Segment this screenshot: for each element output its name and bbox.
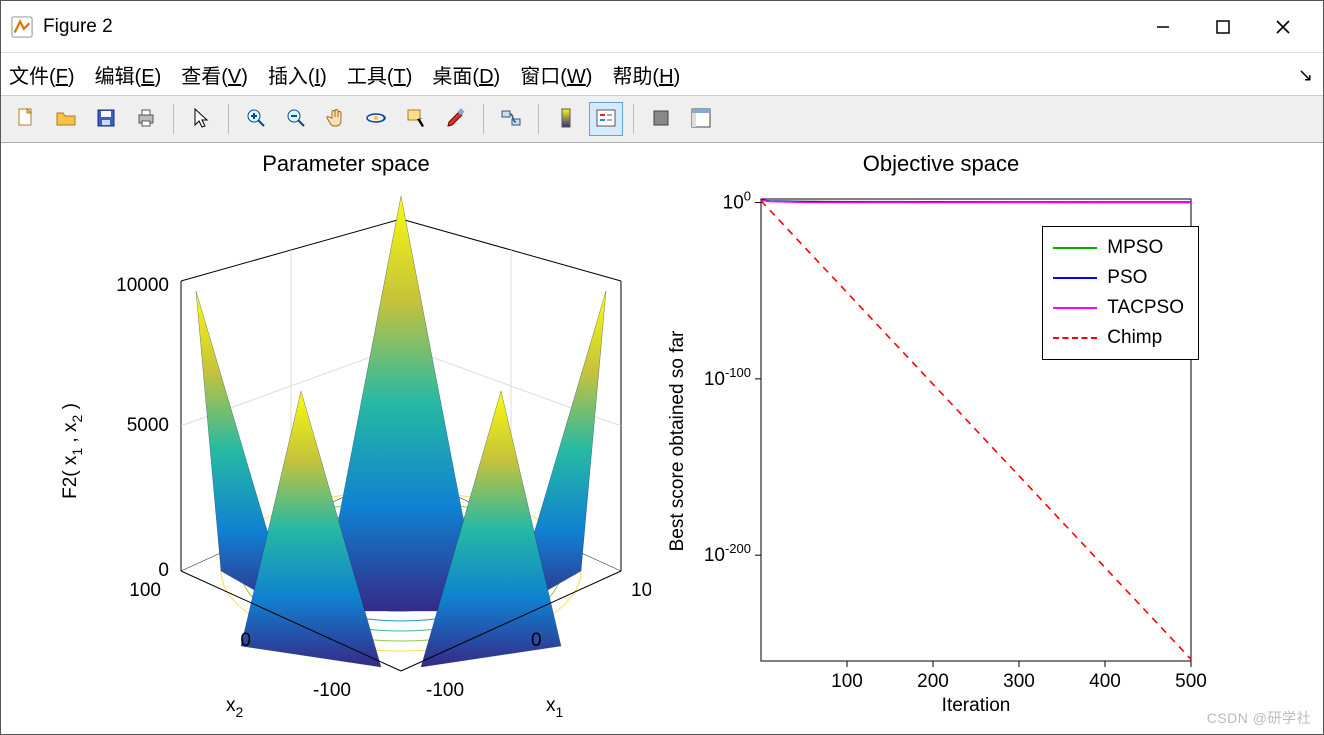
svg-text:Best score obtained so far: Best score obtained so far — [667, 330, 688, 551]
hand-pan-icon — [324, 106, 348, 133]
print-button[interactable] — [129, 102, 163, 136]
pointer-button[interactable] — [184, 102, 218, 136]
menu-e[interactable]: 编辑(E) — [95, 60, 162, 89]
svg-text:10000: 10000 — [116, 275, 169, 296]
rotate3d-button[interactable] — [359, 102, 393, 136]
legend-line-sample — [1053, 337, 1097, 339]
toolbar-separator — [173, 104, 174, 134]
figure-window: Figure 2 文件(F) 编辑(E) 查看(V) 插入(I) 工具(T) 桌面(D) 窗… — [0, 0, 1324, 735]
open-button[interactable] — [49, 102, 83, 136]
legend-entry[interactable]: TACPSO — [1053, 293, 1184, 323]
svg-text:5000: 5000 — [127, 415, 169, 436]
menu-f[interactable]: 文件(F) — [9, 60, 75, 89]
svg-text:100: 100 — [631, 580, 651, 601]
svg-text:100: 100 — [831, 671, 863, 692]
new-figure-icon — [14, 106, 38, 133]
toolbar-separator — [538, 104, 539, 134]
legend-label: Chimp — [1107, 327, 1162, 349]
colorbar-button[interactable] — [549, 102, 583, 136]
zoom-in-icon — [244, 106, 268, 133]
svg-text:x2: x2 — [226, 695, 244, 720]
svg-text:300: 300 — [1003, 671, 1035, 692]
brush-button[interactable] — [439, 102, 473, 136]
pan-button[interactable] — [319, 102, 353, 136]
svg-text:0: 0 — [240, 630, 251, 651]
data-cursor-button[interactable] — [399, 102, 433, 136]
hide-plot-tools-icon — [649, 106, 673, 133]
svg-text:Iteration: Iteration — [942, 695, 1011, 716]
svg-text:x1: x1 — [546, 695, 564, 720]
toolbar — [1, 95, 1323, 143]
toolbar-separator — [633, 104, 634, 134]
legend-label: MPSO — [1107, 237, 1163, 259]
zoom-in-button[interactable] — [239, 102, 273, 136]
data-cursor-icon — [404, 106, 428, 133]
svg-text:-100: -100 — [426, 680, 464, 701]
axes-objective-space[interactable]: Objective space 100 200 300 400 500 100 10-10… — [661, 151, 1221, 726]
axes-title-right: Objective space — [661, 151, 1221, 177]
legend-button[interactable] — [589, 102, 623, 136]
legend[interactable]: MPSO PSO TACPSO Chimp — [1042, 226, 1199, 360]
zoom-out-button[interactable] — [279, 102, 313, 136]
legend-line-sample — [1053, 277, 1097, 279]
legend-entry[interactable]: MPSO — [1053, 233, 1184, 263]
titlebar[interactable]: Figure 2 — [1, 1, 1323, 53]
menu-i[interactable]: 插入(I) — [268, 60, 327, 89]
brush-icon — [444, 106, 468, 133]
menu-v[interactable]: 查看(V) — [181, 60, 248, 89]
svg-text:0: 0 — [531, 630, 542, 651]
axes-title-left: Parameter space — [41, 151, 651, 177]
plot-area: Parameter space — [1, 143, 1323, 734]
watermark-text: CSDN @研学社 — [1207, 708, 1311, 728]
link-plot-button[interactable] — [494, 102, 528, 136]
plot-tools-button[interactable] — [684, 102, 718, 136]
svg-text:200: 200 — [917, 671, 949, 692]
svg-text:F2( x1 , x2 ): F2( x1 , x2 ) — [60, 403, 85, 499]
svg-text:500: 500 — [1175, 671, 1207, 692]
menu-h[interactable]: 帮助(H) — [612, 60, 680, 89]
legend-line-sample — [1053, 247, 1097, 249]
svg-text:10-100: 10-100 — [704, 365, 751, 390]
toolbar-separator — [483, 104, 484, 134]
svg-text:-100: -100 — [313, 680, 351, 701]
matlab-figure-icon — [11, 16, 33, 38]
pointer-icon — [189, 106, 213, 133]
legend-label: TACPSO — [1107, 297, 1184, 319]
svg-text:400: 400 — [1089, 671, 1121, 692]
show-plot-tools-icon — [689, 106, 713, 133]
svg-text:0: 0 — [158, 560, 169, 581]
zoom-out-icon — [284, 106, 308, 133]
maximize-button[interactable] — [1193, 7, 1253, 47]
link-plots-icon — [499, 106, 523, 133]
menubar: 文件(F) 编辑(E) 查看(V) 插入(I) 工具(T) 桌面(D) 窗口(W) 帮助(H)… — [1, 53, 1323, 95]
insert-colorbar-icon — [554, 106, 578, 133]
legend-line-sample — [1053, 307, 1097, 309]
legend-entry[interactable]: PSO — [1053, 263, 1184, 293]
svg-text:100: 100 — [723, 189, 751, 214]
save-disk-icon — [94, 106, 118, 133]
window-title: Figure 2 — [43, 16, 113, 38]
printer-icon — [134, 106, 158, 133]
svg-text:100: 100 — [129, 580, 161, 601]
menu-d[interactable]: 桌面(D) — [432, 60, 500, 89]
minimize-button[interactable] — [1133, 7, 1193, 47]
menu-t[interactable]: 工具(T) — [347, 60, 413, 89]
dock-arrow-icon[interactable]: ↘ — [1298, 65, 1313, 86]
legend-label: PSO — [1107, 267, 1147, 289]
legend-entry[interactable]: Chimp — [1053, 323, 1184, 353]
rotate-3d-icon — [364, 106, 388, 133]
toolbar-separator — [228, 104, 229, 134]
surface-plot: 10000 5000 0 100 0 -100 100 0 -100 x1 x2… — [41, 181, 651, 721]
insert-legend-icon — [594, 106, 618, 133]
svg-text:10-200: 10-200 — [704, 541, 751, 566]
new-figure-button[interactable] — [9, 102, 43, 136]
save-button[interactable] — [89, 102, 123, 136]
close-button[interactable] — [1253, 7, 1313, 47]
open-folder-icon — [54, 106, 78, 133]
axes-parameter-space[interactable]: Parameter space — [41, 151, 651, 726]
menu-w[interactable]: 窗口(W) — [520, 60, 592, 89]
hide-tools-button[interactable] — [644, 102, 678, 136]
